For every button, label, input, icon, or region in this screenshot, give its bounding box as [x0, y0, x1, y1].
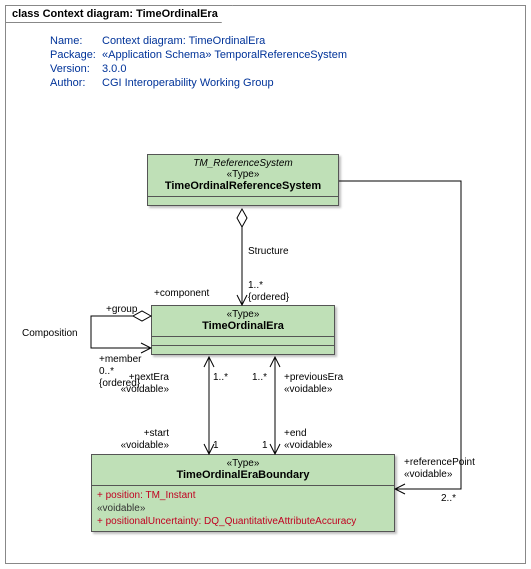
voidable-label: «voidable» [97, 502, 389, 515]
frame-keyword: class [12, 8, 40, 20]
role-end: +end [284, 428, 307, 439]
role-group: +group [106, 304, 138, 315]
class-time-ordinal-era[interactable]: «Type» TimeOrdinalEra [151, 305, 335, 355]
mult-1: 1 [262, 440, 268, 451]
diagram-frame: class Context diagram: TimeOrdinalEra Na… [5, 5, 526, 564]
class-name: TimeOrdinalReferenceSystem [154, 180, 332, 192]
role-start: +start [144, 428, 170, 439]
mult-1-star: 1..* [248, 280, 263, 291]
meta-author: CGI Interoperability Working Group [102, 77, 274, 89]
voidable-tag: «voidable» [121, 440, 170, 451]
class-stereotype: «Type» [158, 309, 328, 320]
class-name: TimeOrdinalEraBoundary [98, 469, 388, 481]
assoc-structure-label: Structure [248, 246, 289, 257]
meta-name-label: Name: [50, 34, 102, 48]
voidable-tag: «voidable» [404, 469, 453, 480]
attribute: + positionalUncertainty: DQ_Quantitative… [97, 515, 389, 528]
class-time-ordinal-era-boundary[interactable]: «Type» TimeOrdinalEraBoundary + position… [91, 454, 395, 532]
role-component: +component [154, 288, 210, 299]
mult-0-star: 0..* [99, 366, 114, 377]
meta-version: 3.0.0 [102, 63, 126, 75]
class-stereotype: «Type» [154, 169, 332, 180]
role-reference-point: +referencePoint [404, 457, 475, 468]
voidable-tag: «voidable» [284, 440, 333, 451]
mult-2-star: 2..* [441, 493, 456, 504]
role-next-era: +nextEra [129, 372, 170, 383]
meta-version-label: Version: [50, 62, 102, 76]
ordered-constraint: {ordered} [248, 292, 290, 303]
mult-1-star: 1..* [213, 372, 228, 383]
role-previous-era: +previousEra [284, 372, 344, 383]
meta-name: Context diagram: TimeOrdinalEra [102, 35, 265, 47]
class-parent: TM_ReferenceSystem [154, 158, 332, 169]
meta-author-label: Author: [50, 76, 102, 90]
meta-package: «Application Schema» TemporalReferenceSy… [102, 49, 347, 61]
mult-1: 1 [213, 440, 219, 451]
frame-tab: class Context diagram: TimeOrdinalEra [5, 5, 233, 23]
assoc-composition-label: Composition [22, 328, 78, 339]
voidable-tag: «voidable» [121, 384, 170, 395]
class-name: TimeOrdinalEra [158, 320, 328, 332]
mult-1-star: 1..* [252, 372, 267, 383]
class-stereotype: «Type» [98, 458, 388, 469]
attribute: + position: TM_Instant [97, 489, 389, 502]
role-member: +member [99, 354, 142, 365]
frame-title: Context diagram: TimeOrdinalEra [43, 8, 218, 20]
ordered-constraint: {ordered} [99, 378, 141, 389]
diagram-metadata: Name:Context diagram: TimeOrdinalEra Pac… [50, 34, 347, 90]
class-time-ordinal-reference-system[interactable]: TM_ReferenceSystem «Type» TimeOrdinalRef… [147, 154, 339, 206]
meta-package-label: Package: [50, 48, 102, 62]
voidable-tag: «voidable» [284, 384, 333, 395]
